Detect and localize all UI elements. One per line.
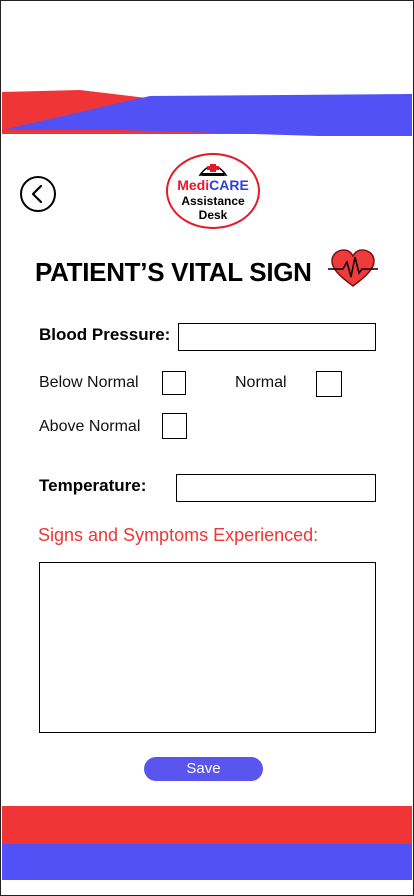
back-arrow-icon bbox=[31, 184, 43, 204]
logo-brand-medi: Medi bbox=[177, 177, 210, 193]
logo-brand: MediCARE bbox=[168, 177, 258, 193]
temperature-label: Temperature: bbox=[39, 476, 147, 495]
medicare-logo: MediCARE Assistance Desk bbox=[166, 153, 260, 229]
above-normal-label: Above Normal bbox=[39, 418, 141, 435]
logo-desk: Desk bbox=[198, 208, 228, 222]
nurse-cap-icon bbox=[198, 164, 228, 176]
below-normal-label: Below Normal bbox=[39, 374, 139, 391]
below-normal-checkbox[interactable] bbox=[162, 371, 186, 395]
blood-pressure-label: Blood Pressure: bbox=[39, 325, 171, 344]
top-decoration bbox=[2, 90, 412, 136]
bottom-red-stripe bbox=[2, 806, 412, 844]
normal-checkbox[interactable] bbox=[316, 371, 342, 397]
normal-label: Normal bbox=[235, 374, 287, 391]
symptoms-label: Signs and Symptoms Experienced: bbox=[38, 525, 319, 545]
logo-assistance: Assistance bbox=[181, 194, 245, 208]
save-button[interactable]: Save bbox=[144, 757, 263, 781]
bottom-blue-stripe bbox=[2, 844, 412, 880]
above-normal-checkbox[interactable] bbox=[162, 413, 187, 439]
blood-pressure-input[interactable] bbox=[178, 323, 376, 351]
logo-brand-care: CARE bbox=[209, 177, 249, 193]
page-title: PATIENT’S VITAL SIGN bbox=[35, 257, 312, 287]
heart-pulse-icon bbox=[328, 249, 378, 287]
back-button[interactable] bbox=[20, 176, 56, 212]
temperature-input[interactable] bbox=[176, 474, 376, 502]
symptoms-textarea[interactable] bbox=[39, 562, 376, 733]
